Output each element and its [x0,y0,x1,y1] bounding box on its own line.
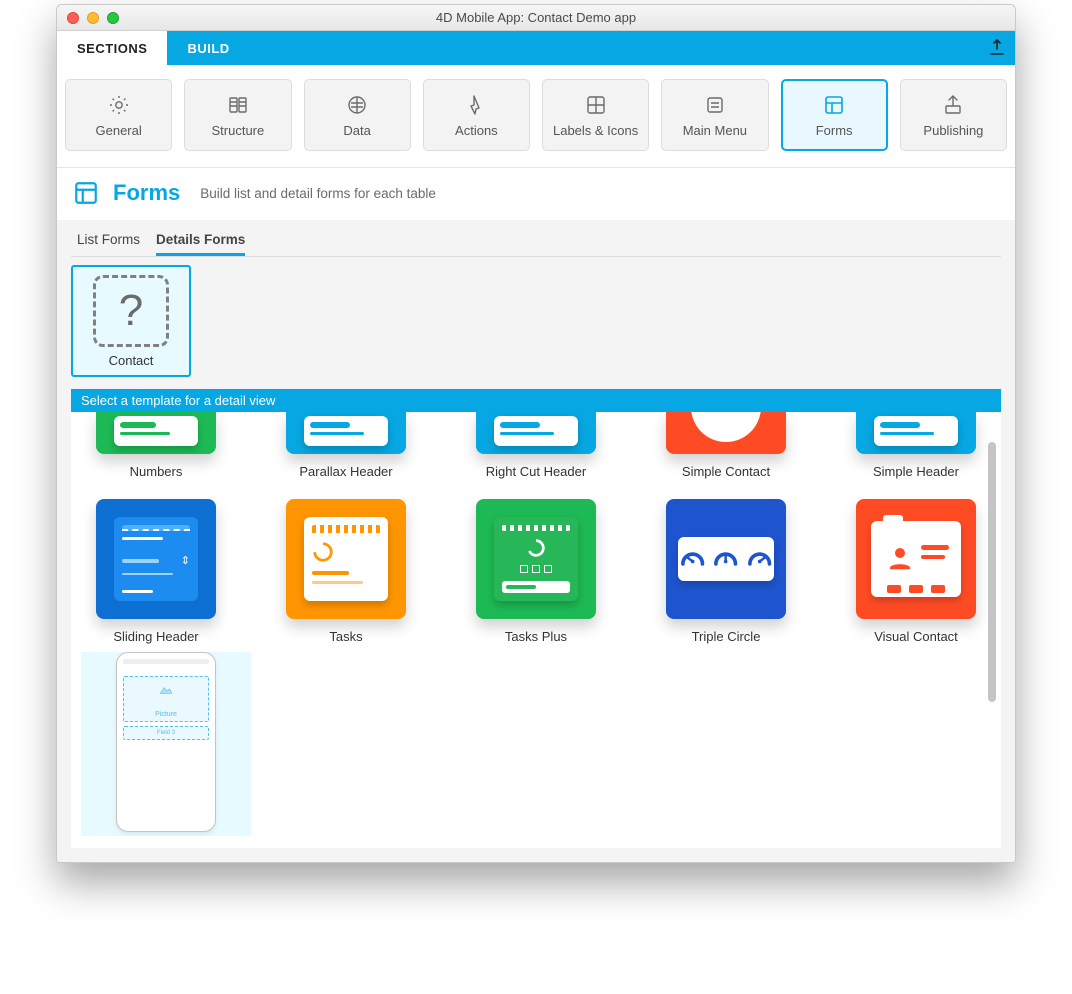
template-label: Simple Contact [682,464,770,479]
template-label: Right Cut Header [486,464,586,479]
template-right-cut-header[interactable]: Right Cut Header [461,412,611,479]
tab-sections[interactable]: SECTIONS [57,31,167,65]
publishing-icon [941,93,965,117]
tool-label: Main Menu [683,123,747,138]
forms-icon [822,93,846,117]
data-icon [345,93,369,117]
labels-icon [584,93,608,117]
tool-main-menu[interactable]: Main Menu [661,79,768,151]
titlebar: 4D Mobile App: Contact Demo app [57,5,1015,31]
window-controls [67,12,119,24]
scroll-thumb[interactable] [988,442,996,702]
form-subtabs: List Forms Details Forms [71,226,1001,257]
template-label: Visual Contact [874,629,958,644]
template-banner: Select a template for a detail view [71,389,1001,412]
tool-data[interactable]: Data [304,79,411,151]
template-label: Numbers [130,464,183,479]
close-icon[interactable] [67,12,79,24]
section-header: Forms Build list and detail forms for ea… [57,168,1015,220]
main-tabs: SECTIONS BUILD [57,31,1015,65]
app-window: 4D Mobile App: Contact Demo app SECTIONS… [56,4,1016,863]
tool-label: Forms [816,123,853,138]
tool-general[interactable]: General [65,79,172,151]
template-tasks[interactable]: Tasks [271,499,421,644]
table-chip-label: Contact [109,353,154,368]
template-label: Sliding Header [113,629,198,644]
template-numbers[interactable]: Numbers [81,412,231,479]
tool-label: General [96,123,142,138]
tool-forms[interactable]: Forms [781,79,888,151]
tab-build[interactable]: BUILD [167,31,249,65]
template-label: Simple Header [873,464,959,479]
forms-icon [73,180,99,206]
tool-label: Actions [455,123,498,138]
table-chip-contact[interactable]: ? Contact [71,265,191,377]
template-label: Tasks [329,629,362,644]
template-visual-contact[interactable]: Visual Contact [841,499,991,644]
template-label: Triple Circle [692,629,761,644]
actions-icon [464,93,488,117]
mock-picture-label: Picture [155,711,177,718]
tool-label: Labels & Icons [553,123,638,138]
tool-label: Publishing [923,123,983,138]
tool-actions[interactable]: Actions [423,79,530,151]
section-title: Forms [113,180,180,206]
minimize-icon[interactable] [87,12,99,24]
phone-mock-icon: Picture Field 3 [116,652,216,832]
tool-label: Data [343,123,370,138]
menu-icon [703,93,727,117]
subtab-details-forms[interactable]: Details Forms [156,226,245,256]
tool-label: Structure [212,123,265,138]
template-simple-contact[interactable]: Simple Contact [651,412,801,479]
mock-field-label: Field 3 [157,730,175,736]
content-area: List Forms Details Forms ? Contact Selec… [57,220,1015,862]
gear-icon [107,93,131,117]
template-label: Parallax Header [299,464,392,479]
template-custom[interactable]: Picture Field 3 [81,652,251,836]
window-title: 4D Mobile App: Contact Demo app [436,10,636,25]
template-simple-header[interactable]: Simple Header [841,412,991,479]
vertical-scrollbar[interactable] [985,422,999,838]
template-tasks-plus[interactable]: Tasks Plus [461,499,611,644]
export-icon[interactable] [989,38,1005,61]
template-parallax-header[interactable]: Parallax Header [271,412,421,479]
template-picker: Numbers Parallax Header [71,412,1001,848]
subtab-list-forms[interactable]: List Forms [77,226,140,256]
template-label: Tasks Plus [505,629,567,644]
template-sliding-header[interactable]: ⇕ Sliding Header [81,499,231,644]
tool-labels-icons[interactable]: Labels & Icons [542,79,649,151]
structure-icon [226,93,250,117]
section-toolbar: General Structure Data Actions Labe [57,65,1015,168]
section-subtitle: Build list and detail forms for each tab… [200,186,436,201]
question-icon: ? [93,275,169,347]
tool-publishing[interactable]: Publishing [900,79,1007,151]
template-triple-circle[interactable]: Triple Circle [651,499,801,644]
tool-structure[interactable]: Structure [184,79,291,151]
zoom-icon[interactable] [107,12,119,24]
